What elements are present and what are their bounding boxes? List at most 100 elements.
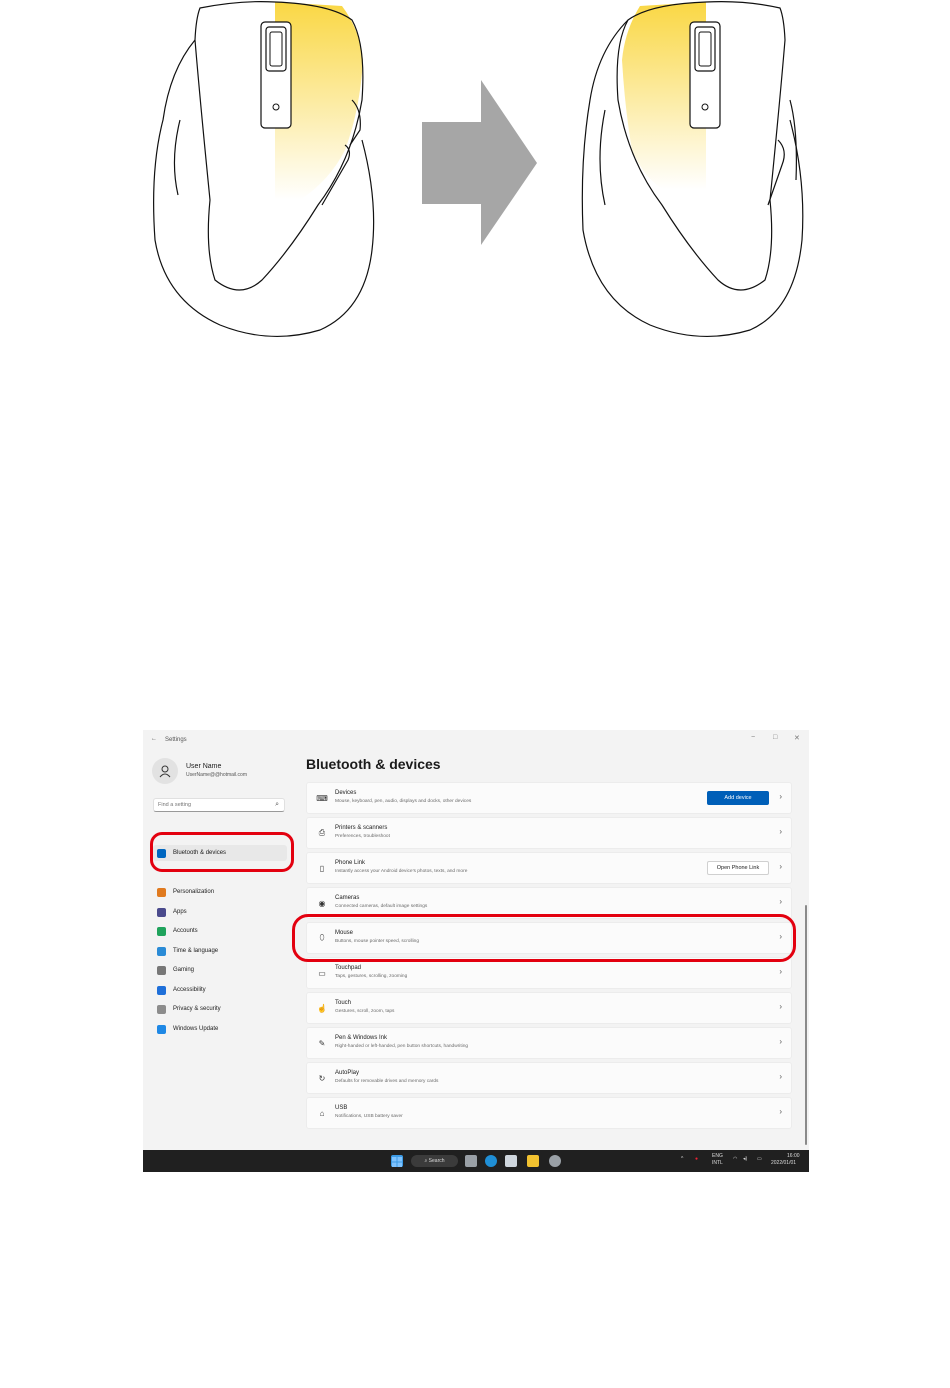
settings-row-phone-link[interactable]: ▯ Phone Link Instantly access your Android…: [306, 852, 792, 884]
sidebar-item-accessibility[interactable]: Accessibility: [153, 982, 287, 998]
battery-icon[interactable]: ▭: [757, 1156, 762, 1162]
touchpad-icon: ▭: [318, 968, 326, 978]
row-description: Preferences, troubleshoot: [335, 834, 390, 839]
settings-row-devices[interactable]: ⌨ Devices Mouse, keyboard, pen, audio, dis…: [306, 782, 792, 814]
row-title: Touch: [335, 1000, 352, 1006]
mouse-left-glow: [153, 1, 375, 338]
sidebar-item-apps[interactable]: Apps: [153, 904, 287, 920]
row-title: Cameras: [335, 895, 360, 901]
chevron-right-icon[interactable]: ›: [779, 862, 782, 871]
edge-icon[interactable]: [485, 1155, 497, 1167]
task-view-icon[interactable]: [465, 1155, 477, 1167]
chevron-right-icon[interactable]: ›: [779, 967, 782, 976]
chevron-right-icon[interactable]: ›: [779, 1037, 782, 1046]
avatar: [152, 758, 178, 784]
sidebar-item-time-language[interactable]: Time & language: [153, 943, 287, 959]
chevron-right-icon[interactable]: ›: [779, 1107, 782, 1116]
settings-row-usb[interactable]: ⌂ USB Notifications, USB battery saver ›: [306, 1097, 792, 1129]
printer-icon: ⎙: [318, 828, 326, 837]
settings-gear-icon[interactable]: [549, 1155, 561, 1167]
shield-icon: [157, 1004, 166, 1014]
row-title: Devices: [335, 790, 357, 796]
search-icon[interactable]: ⌕: [275, 801, 279, 809]
row-description: Instantly access your Android device's p…: [335, 869, 468, 874]
sidebar-item-label: Gaming: [173, 967, 195, 973]
search-input[interactable]: [158, 802, 268, 808]
pen-icon: ✎: [318, 1038, 326, 1048]
settings-window: ← Settings − □ ✕ User Name UserName@@hot…: [143, 730, 809, 1172]
file-explorer-icon[interactable]: [527, 1155, 539, 1167]
sidebar-item-privacy-security[interactable]: Privacy & security: [153, 1001, 287, 1017]
settings-row-printers-scanners[interactable]: ⎙ Printers & scanners Preferences, trouble…: [306, 817, 792, 849]
tray-language[interactable]: ENG: [712, 1153, 723, 1159]
window-title: Settings: [165, 737, 187, 743]
sidebar-item-label: Apps: [173, 909, 187, 915]
chevron-right-icon[interactable]: ›: [779, 792, 782, 801]
accounts-icon: [157, 926, 166, 936]
search-box[interactable]: ⌕: [153, 798, 285, 812]
taskbar-search[interactable]: ⌕ Search: [411, 1155, 458, 1167]
tray-layout[interactable]: INTL: [712, 1160, 723, 1166]
clock-time[interactable]: 16:00: [787, 1153, 800, 1159]
title-bar: ← Settings − □ ✕: [143, 730, 809, 750]
right-arrow-icon: [422, 80, 537, 245]
globe-clock-icon: [157, 946, 166, 956]
sidebar-item-label: Windows Update: [173, 1026, 219, 1032]
touch-icon: ☝: [317, 1003, 327, 1013]
row-description: Gestures, scroll, zoom, taps: [335, 1009, 395, 1014]
taskbar-search-label: Search: [428, 1158, 445, 1164]
sidebar-item-label: Accessibility: [173, 987, 206, 993]
highlight-bluetooth: [150, 832, 294, 872]
store-icon[interactable]: [505, 1155, 517, 1167]
sidebar-item-label: Privacy & security: [173, 1006, 221, 1012]
sidebar-item-accounts[interactable]: Accounts: [153, 923, 287, 939]
row-description: Right-handed or left-handed, pen button …: [335, 1044, 469, 1049]
chevron-right-icon[interactable]: ›: [779, 1072, 782, 1081]
close-icon[interactable]: ✕: [794, 734, 800, 742]
row-description: Mouse, keyboard, pen, audio, displays an…: [335, 799, 472, 804]
accessibility-icon: [157, 985, 166, 995]
open-phone-link-button[interactable]: Open Phone Link: [707, 861, 769, 875]
wifi-icon[interactable]: ◠: [733, 1156, 737, 1162]
sidebar-item-gaming[interactable]: Gaming: [153, 962, 287, 978]
settings-row-touch[interactable]: ☝ Touch Gestures, scroll, zoom, taps ›: [306, 992, 792, 1024]
update-icon: [157, 1024, 166, 1034]
row-title: USB: [335, 1105, 348, 1111]
row-description: Defaults for removable drives and memory…: [335, 1079, 439, 1084]
gamepad-icon: [157, 965, 166, 975]
row-description: Connected cameras, default image setting…: [335, 904, 428, 909]
volume-icon[interactable]: ◂): [743, 1156, 747, 1162]
row-title: Touchpad: [335, 965, 362, 971]
mouse-illustration: [153, 1, 804, 338]
sidebar-item-personalization[interactable]: Personalization: [153, 884, 287, 900]
phone-icon: ▯: [319, 863, 325, 873]
row-title: Phone Link: [335, 860, 366, 866]
start-icon[interactable]: [391, 1155, 403, 1167]
row-description: Notifications, USB battery saver: [335, 1114, 403, 1119]
autoplay-icon: ↻: [318, 1073, 326, 1083]
row-title: AutoPlay: [335, 1070, 360, 1076]
row-description: Taps, gestures, scrolling, zooming: [335, 974, 408, 979]
mouse-right-glow: [581, 1, 804, 338]
brush-icon: [157, 887, 166, 897]
clock-date[interactable]: 2022/01/01: [771, 1160, 796, 1166]
apps-icon: [157, 907, 166, 917]
chevron-right-icon[interactable]: ›: [779, 1002, 782, 1011]
settings-row-autoplay[interactable]: ↻ AutoPlay Defaults for removable drives a…: [306, 1062, 792, 1094]
back-arrow-icon[interactable]: ←: [151, 736, 157, 742]
row-title: Pen & Windows Ink: [335, 1035, 388, 1041]
user-email: UserName@@hotmail.com: [186, 772, 247, 778]
sidebar-item-windows-update[interactable]: Windows Update: [153, 1021, 287, 1037]
settings-row-pen-windows-ink[interactable]: ✎ Pen & Windows Ink Right-handed or left-h…: [306, 1027, 792, 1059]
sidebar-item-label: Accounts: [173, 928, 198, 934]
maximize-icon[interactable]: □: [773, 734, 777, 741]
chevron-right-icon[interactable]: ›: [779, 897, 782, 906]
minimize-icon[interactable]: −: [751, 734, 755, 741]
sidebar-item-label: Personalization: [173, 889, 215, 895]
tray-app-icon[interactable]: ●: [695, 1156, 698, 1162]
row-title: Printers & scanners: [335, 825, 388, 831]
tray-chevron-icon[interactable]: ^: [681, 1156, 683, 1162]
chevron-right-icon[interactable]: ›: [779, 827, 782, 836]
scrollbar[interactable]: [805, 905, 807, 1145]
add-device-button[interactable]: Add device: [707, 791, 769, 805]
